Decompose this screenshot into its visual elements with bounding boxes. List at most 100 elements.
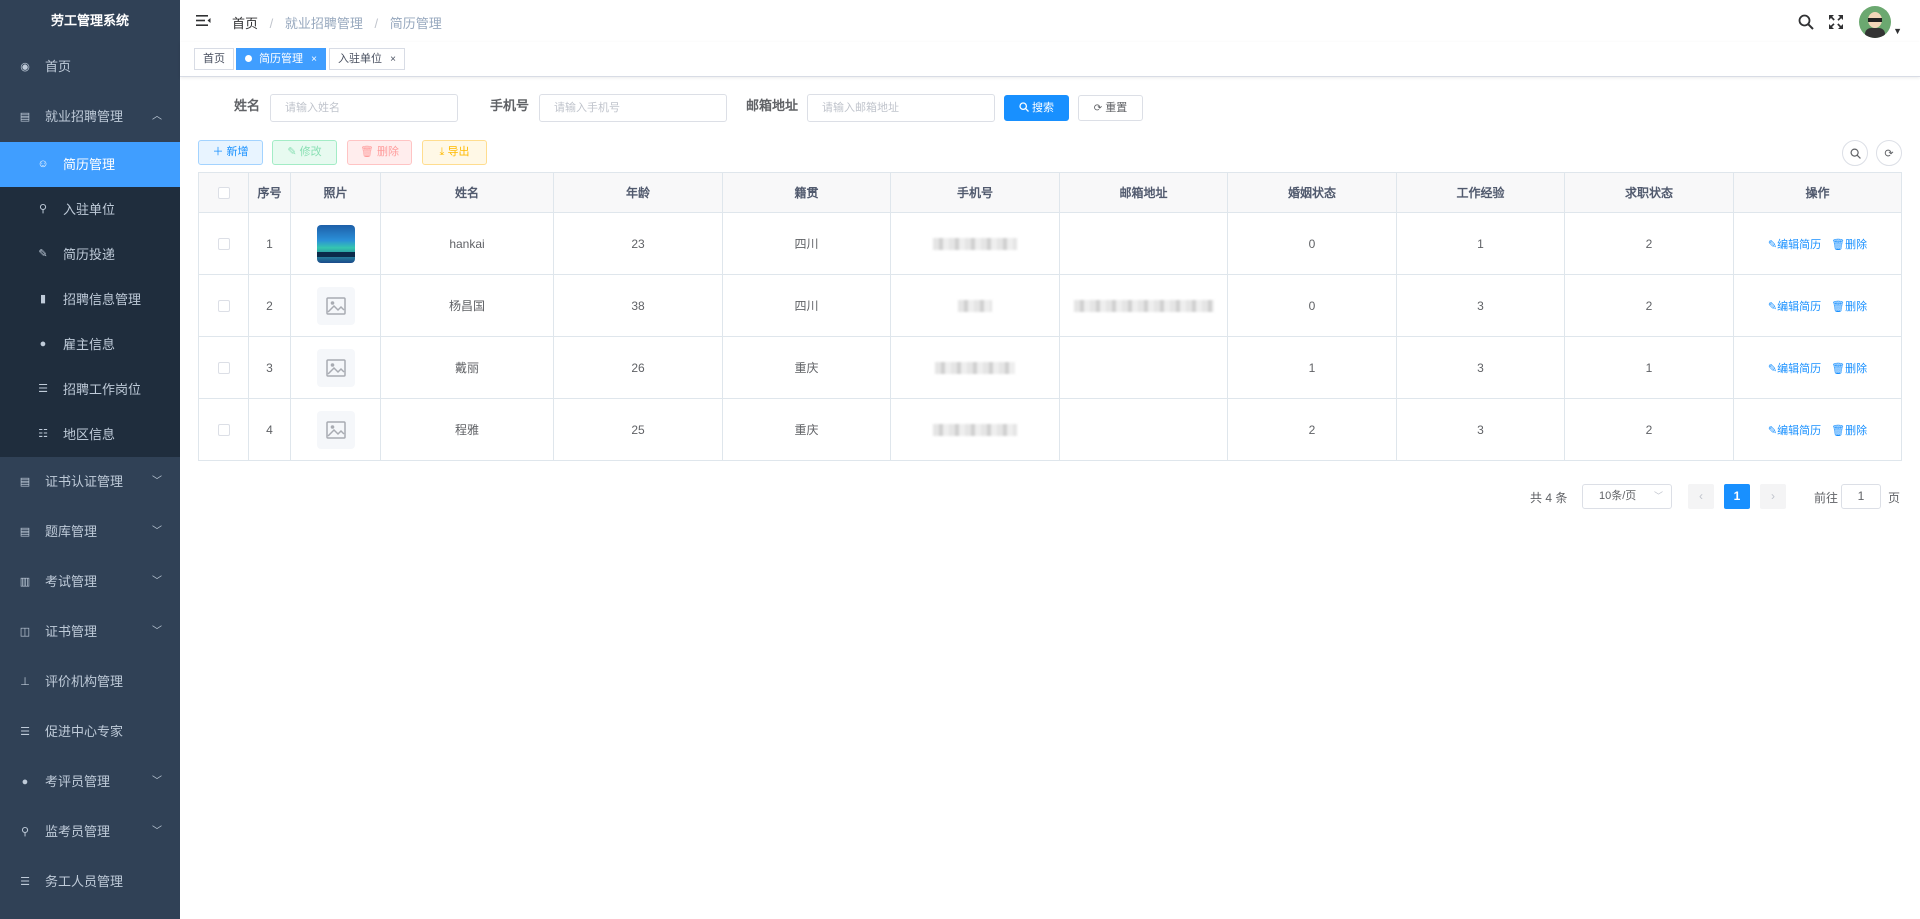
select-all-checkbox[interactable] (217, 186, 230, 199)
sidebar-item-region[interactable]: ☷ 地区信息 (0, 412, 180, 457)
edit-resume-link[interactable]: ✎编辑简历 (1768, 422, 1821, 438)
export-button[interactable]: ⤓ 导出 (422, 140, 487, 165)
refresh-icon: ⟳ (1093, 103, 1103, 114)
tree-table-icon: ☷ (38, 428, 48, 440)
header-experience: 工作经验 (1397, 173, 1565, 212)
chevron-down-icon: ﹀ (152, 776, 162, 787)
sidebar-item-evaluator[interactable]: ● 考评员管理 ﹀ (0, 757, 180, 807)
search-button-label: 搜索 (1032, 102, 1055, 114)
sidebar-item-cert-auth[interactable]: ▤ 证书认证管理 ﹀ (0, 457, 180, 507)
sidebar-item-home[interactable]: ◉ 首页 (0, 42, 180, 92)
refresh-button[interactable]: ⟳ (1876, 140, 1902, 166)
row-checkbox[interactable] (217, 299, 230, 312)
breadcrumb-level2: 简历管理 (389, 16, 442, 31)
email-input[interactable]: 请输入邮箱地址 (807, 94, 995, 122)
reset-button-label: 重置 (1105, 102, 1128, 114)
chevron-down-icon: ﹀ (152, 476, 162, 487)
edit-resume-link[interactable]: ✎编辑简历 (1768, 360, 1821, 376)
redacted-email (1073, 299, 1214, 312)
page-size-value: 10条/页 (1599, 490, 1637, 502)
name-input[interactable]: 请输入姓名 (270, 94, 458, 122)
table-body: 1 hankai 23 四川 0 1 2 ✎编辑简历 🗑删除 2 杨昌国 38 … (199, 213, 1901, 461)
image-placeholder-icon[interactable] (316, 348, 355, 387)
sidebar-item-resume[interactable]: ☺ 简历管理 (0, 142, 180, 187)
tag-resume[interactable]: 简历管理 × (236, 48, 326, 70)
sidebar-item-recruitment[interactable]: ▤ 就业招聘管理 ︿ (0, 92, 180, 142)
avatar[interactable] (1859, 6, 1892, 38)
delete-link[interactable]: 🗑删除 (1831, 298, 1867, 314)
image-placeholder-icon[interactable] (316, 286, 355, 325)
sidebar-item-workers[interactable]: ☰ 务工人员管理 (0, 857, 180, 907)
delete-link[interactable]: 🗑删除 (1831, 422, 1867, 438)
sidebar-item-certificate[interactable]: ◫ 证书管理 ﹀ (0, 607, 180, 657)
close-icon[interactable]: × (390, 54, 396, 65)
delete-link[interactable]: 🗑删除 (1831, 236, 1867, 252)
edit-button[interactable]: ✎ 修改 (272, 140, 337, 165)
redacted-phone (933, 237, 1017, 250)
avatar-body (1865, 28, 1886, 38)
delete-link[interactable]: 🗑删除 (1831, 360, 1867, 376)
sidebar-item-invigilator[interactable]: ⚲ 监考员管理 ﹀ (0, 807, 180, 857)
hamburger-icon[interactable] (196, 13, 211, 28)
goto-page-input[interactable]: 1 (1841, 484, 1881, 509)
tag-home[interactable]: 首页 (194, 48, 234, 70)
delete-button-label: 删除 (377, 146, 400, 158)
header-marital: 婚姻状态 (1228, 173, 1397, 212)
pagination: 共 4 条 10条/页 ﹀ ‹ 1 › 前往 1 页 (180, 484, 1902, 510)
tag-enterprise[interactable]: 入驻单位 × (329, 48, 405, 70)
sidebar-item-exam[interactable]: ▥ 考试管理 ﹀ (0, 557, 180, 607)
next-page-button[interactable]: › (1760, 484, 1786, 509)
cell-name: hankai (381, 213, 554, 274)
breadcrumb-home[interactable]: 首页 (232, 16, 258, 31)
resume-table: 序号 照片 姓名 年龄 籍贯 手机号 邮箱地址 婚姻状态 工作经验 求职状态 操… (198, 172, 1902, 461)
sidebar-item-employer[interactable]: ● 雇主信息 (0, 322, 180, 367)
table-row: 3 戴丽 26 重庆 1 3 1 ✎编辑简历 🗑删除 (199, 337, 1901, 399)
sidebar-item-question-bank[interactable]: ▤ 题库管理 ﹀ (0, 507, 180, 557)
photo-thumbnail[interactable] (316, 224, 355, 263)
edit-resume-link[interactable]: ✎编辑简历 (1768, 298, 1821, 314)
redacted-phone (933, 423, 1017, 436)
sidebar-item-experts[interactable]: ☰ 促进中心专家 (0, 707, 180, 757)
tag-label: 入驻单位 (338, 53, 382, 65)
list-icon: ☰ (20, 726, 30, 738)
sidebar-item-label: 证书认证管理 (45, 474, 124, 489)
chevron-down-icon: ﹀ (152, 626, 162, 637)
cell-email (1060, 399, 1228, 460)
sidebar-item-eval-org[interactable]: ⊥ 评价机构管理 (0, 657, 180, 707)
header-origin: 籍贯 (723, 173, 891, 212)
plus-icon: ＋ (212, 146, 224, 158)
document-icon: ▤ (19, 111, 31, 123)
image-placeholder-icon[interactable] (316, 410, 355, 449)
sidebar-item-resume-delivery[interactable]: ✎ 简历投递 (0, 232, 180, 277)
toggle-search-button[interactable] (1842, 140, 1868, 166)
fullscreen-icon[interactable] (1827, 13, 1845, 31)
header-photo: 照片 (291, 173, 381, 212)
cell-actions: ✎编辑简历 🗑删除 (1734, 337, 1901, 398)
page-unit-label: 页 (1888, 491, 1901, 505)
search-icon[interactable] (1797, 13, 1815, 31)
add-button[interactable]: ＋ 新增 (198, 140, 263, 165)
redacted-phone (958, 299, 992, 312)
peoples-icon: ☺ (37, 158, 49, 170)
caret-down-icon[interactable]: ▼ (1893, 26, 1902, 36)
cell-index: 1 (249, 213, 291, 274)
sidebar-item-job-positions[interactable]: ☰ 招聘工作岗位 (0, 367, 180, 412)
edit-resume-link[interactable]: ✎编辑简历 (1768, 236, 1821, 252)
chevron-up-icon: ︿ (152, 111, 162, 122)
row-checkbox[interactable] (217, 361, 230, 374)
sidebar-item-job-info[interactable]: ▮ 招聘信息管理 (0, 277, 180, 322)
row-checkbox[interactable] (217, 237, 230, 250)
page-size-select[interactable]: 10条/页 ﹀ (1582, 484, 1672, 509)
row-checkbox[interactable] (217, 423, 230, 436)
search-button[interactable]: 搜索 (1004, 95, 1069, 121)
cell-phone (891, 337, 1060, 398)
cell-photo (291, 399, 381, 460)
reset-button[interactable]: ⟳ 重置 (1078, 95, 1143, 121)
delete-button[interactable]: 🗑 删除 (347, 140, 412, 165)
prev-page-button[interactable]: ‹ (1688, 484, 1714, 509)
close-icon[interactable]: × (311, 54, 317, 65)
phone-input[interactable]: 请输入手机号 (539, 94, 727, 122)
sidebar-item-enterprise[interactable]: ⚲ 入驻单位 (0, 187, 180, 232)
user-icon: ● (21, 776, 29, 788)
page-number-button[interactable]: 1 (1724, 484, 1750, 509)
